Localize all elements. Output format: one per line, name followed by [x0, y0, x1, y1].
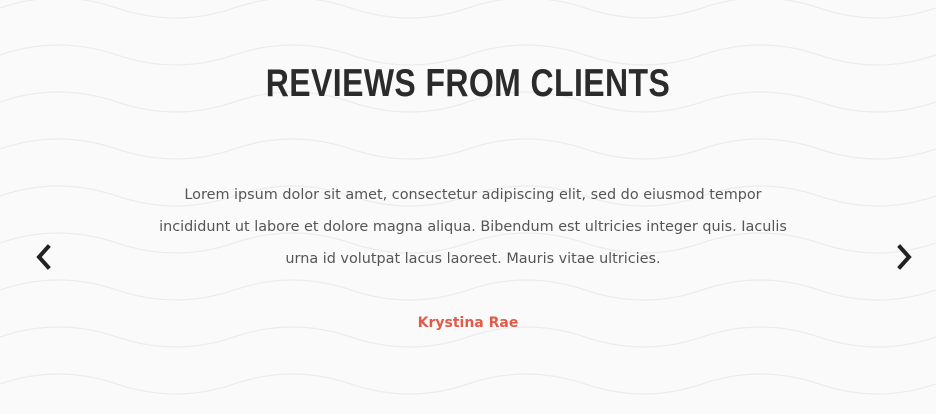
chevron-right-icon [897, 244, 912, 270]
chevron-left-icon [36, 244, 51, 270]
testimonial-author: Krystina Rae [417, 315, 519, 331]
carousel-prev-button[interactable] [29, 243, 57, 271]
carousel-next-button[interactable] [891, 243, 919, 271]
testimonial-quote: Lorem ipsum dolor sit amet, consectetur … [159, 187, 787, 267]
section-title: REVIEWS FROM CLIENTS [265, 62, 671, 105]
testimonials-section: REVIEWS FROM CLIENTS Lorem ipsum dolor s… [0, 0, 936, 414]
